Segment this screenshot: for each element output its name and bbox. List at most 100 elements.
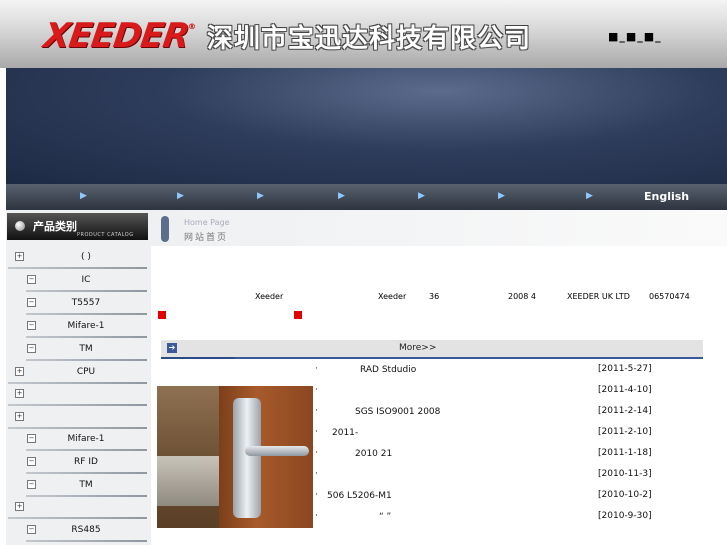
divider [26, 540, 147, 542]
news-date: [2011-5-27] [598, 364, 652, 374]
category-item[interactable]: − IC [6, 270, 151, 292]
breadcrumb: Home Page 网站首页 [151, 210, 727, 246]
category-label[interactable]: IC [26, 275, 146, 285]
nav-item-3[interactable]: ▶ [257, 191, 264, 201]
category-item[interactable]: − RF ID [6, 452, 151, 474]
news-title[interactable]: RAD Stdudio [360, 365, 416, 375]
category-label[interactable]: T5557 [26, 298, 146, 308]
bed-shape [157, 456, 227, 506]
brand-logo[interactable]: XEEDER [41, 16, 191, 56]
divider [8, 517, 147, 519]
category-item[interactable]: + [6, 384, 151, 406]
expand-icon[interactable]: + [15, 367, 24, 376]
news-header-accent [161, 357, 235, 359]
news-header: ➔ More>> [161, 340, 703, 359]
company-name: 深圳市宝迅达科技有限公司 [207, 24, 532, 54]
bullet-icon [15, 221, 25, 231]
category-item[interactable]: − Mifare-1 [6, 316, 151, 338]
bullet-icon: · [315, 469, 318, 479]
main-content: Home Page 网站首页 Xeeder Xeeder 36 2008 4 X… [151, 210, 727, 545]
news-date: [2010-10-2] [598, 490, 652, 500]
news-title[interactable]: SGS ISO9001 2008 [355, 407, 440, 417]
category-item[interactable]: + [6, 497, 151, 519]
category-item[interactable]: − RS485 [6, 520, 151, 542]
sidebar-header: 产品类别 PRODUCT CATALOG [7, 213, 148, 240]
divider [26, 472, 147, 474]
divider [26, 336, 147, 338]
expand-icon[interactable]: + [15, 412, 24, 421]
news-date: [2011-2-10] [598, 427, 652, 437]
divider [26, 290, 147, 292]
intro-text: Xeeder [378, 292, 407, 301]
breadcrumb-en[interactable]: Home Page [184, 218, 230, 227]
bullet-icon: · [315, 364, 318, 374]
category-item[interactable]: − TM [6, 339, 151, 361]
category-label[interactable]: TM [26, 480, 146, 490]
sidebar-subtitle: PRODUCT CATALOG [77, 232, 134, 238]
divider [8, 267, 147, 269]
language-links[interactable]: ■_■_■_ [608, 30, 662, 43]
category-item[interactable]: − Mifare-1 [6, 429, 151, 451]
category-label[interactable]: TM [26, 344, 146, 354]
nav-item-2[interactable]: ▶ [177, 191, 184, 201]
category-label[interactable]: Mifare-1 [26, 434, 146, 444]
news-title[interactable]: 2010 21 [355, 449, 392, 459]
bullet-icon: · [315, 511, 318, 521]
expand-icon[interactable]: + [15, 389, 24, 398]
red-square-icon [158, 311, 166, 319]
news-title[interactable]: “ ” [379, 512, 391, 522]
news-title[interactable]: 2011- [332, 428, 358, 438]
nav-item-4[interactable]: ▶ [338, 191, 345, 201]
divider [26, 359, 147, 361]
category-label[interactable]: Mifare-1 [26, 321, 146, 331]
bullet-icon: · [315, 448, 318, 458]
news-date: [2011-2-14] [598, 406, 652, 416]
intro-text: 2008 4 [508, 292, 536, 301]
lock-handle-shape [245, 446, 309, 456]
nav-item-5[interactable]: ▶ [418, 191, 425, 201]
category-item[interactable]: − T5557 [6, 293, 151, 315]
category-label[interactable]: CPU [26, 367, 146, 377]
category-label[interactable]: RS485 [26, 525, 146, 535]
registered-mark: ® [188, 22, 196, 31]
news-title[interactable]: 506 L5206-M1 [327, 491, 392, 501]
category-label[interactable]: RF ID [26, 457, 146, 467]
hero-banner [6, 68, 727, 184]
arrow-right-icon: ➔ [167, 343, 177, 353]
breadcrumb-marker [161, 216, 169, 242]
bullet-icon: · [315, 406, 318, 416]
nav-item-1[interactable]: ▶ [80, 191, 87, 201]
red-square-icon [294, 311, 302, 319]
intro-text: Xeeder [255, 292, 284, 301]
bullet-icon: · [315, 385, 318, 395]
intro-text: XEEDER UK LTD [567, 292, 630, 301]
news-more-link[interactable]: More>> [399, 343, 436, 353]
nav-english-link[interactable]: English [644, 190, 689, 203]
category-label[interactable]: ( ) [26, 252, 146, 262]
breadcrumb-cn[interactable]: 网站首页 [184, 230, 228, 243]
intro-text: 06570474 [649, 292, 690, 301]
divider [26, 313, 147, 315]
product-image[interactable] [157, 386, 313, 528]
category-item[interactable]: + CPU [6, 362, 151, 384]
bullet-icon: · [315, 490, 318, 500]
category-item[interactable]: − TM [6, 475, 151, 497]
product-sidebar: 产品类别 PRODUCT CATALOG + ( ) − IC − T5557 … [6, 210, 152, 545]
expand-icon[interactable]: + [15, 252, 24, 261]
news-date: [2010-11-3] [598, 469, 652, 479]
intro-text: 36 [429, 292, 440, 301]
expand-icon[interactable]: + [15, 502, 24, 511]
bullet-icon: · [315, 427, 318, 437]
site-header: XEEDER ® 深圳市宝迅达科技有限公司 ■_■_■_ [0, 0, 727, 68]
main-nav: ▶ ▶ ▶ ▶ ▶ ▶ ▶ English [6, 184, 727, 210]
category-item[interactable]: + ( ) [6, 247, 151, 269]
news-date: [2010-9-30] [598, 511, 652, 521]
lock-body-shape [233, 398, 261, 518]
company-intro: Xeeder Xeeder 36 2008 4 XEEDER UK LTD 06… [151, 292, 727, 306]
sidebar-title: 产品类别 [33, 220, 77, 233]
category-item[interactable]: + [6, 407, 151, 429]
divider [26, 449, 147, 451]
news-date: [2011-4-10] [598, 385, 652, 395]
nav-item-7[interactable]: ▶ [586, 191, 593, 201]
nav-item-6[interactable]: ▶ [498, 191, 505, 201]
